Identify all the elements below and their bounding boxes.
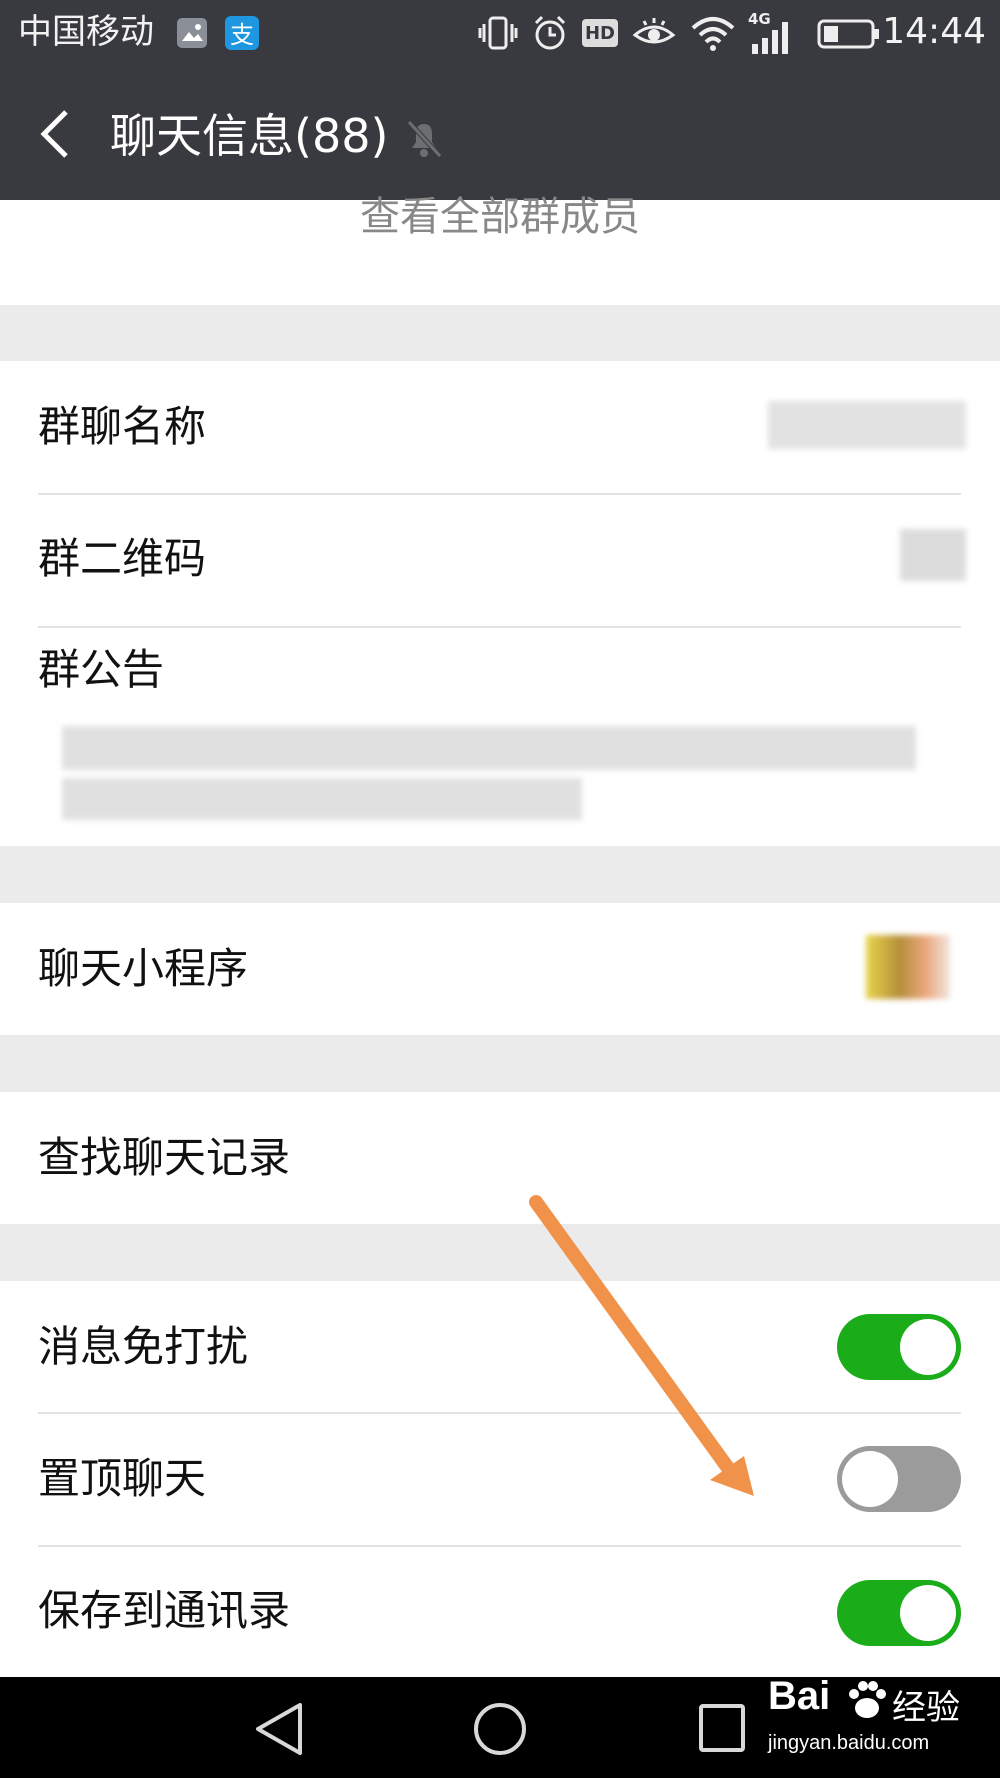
nav-home-icon[interactable] [472,1701,528,1757]
annotation-arrow-icon [529,1195,754,1496]
nav-back-icon[interactable] [252,1701,306,1757]
watermark-brand-cn: 经验 [892,1688,960,1728]
watermark-brand: Bai [768,1674,831,1718]
watermark-url: jingyan.baidu.com [768,1732,930,1754]
baidu-jingyan-watermark: Bai 经验 jingyan.baidu.com [768,1668,988,1768]
paw-icon [849,1681,886,1718]
nav-recents-icon[interactable] [698,1703,746,1753]
